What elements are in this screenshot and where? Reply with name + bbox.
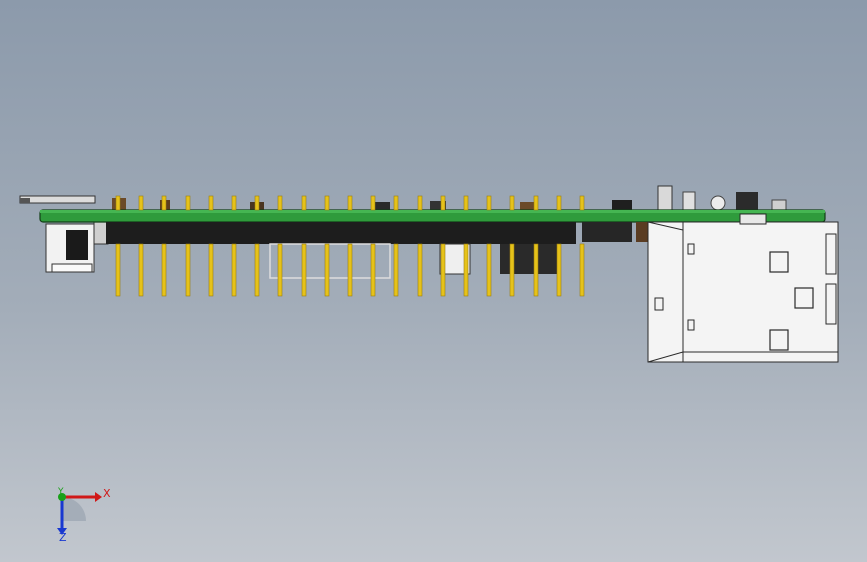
pin-top [254, 195, 260, 211]
pin-bottom [208, 243, 214, 297]
pin-top [556, 195, 562, 211]
pin-bottom [277, 243, 283, 297]
pin-bottom [440, 243, 446, 297]
pin-bottom [370, 243, 376, 297]
pin-bottom [463, 243, 469, 297]
x-axis-arrowhead [95, 492, 102, 502]
pin-top [208, 195, 214, 211]
pin-bottom [231, 243, 237, 297]
model-viewport[interactable]: X Y Z [0, 0, 867, 562]
pin-top [417, 195, 423, 211]
header-pins-top [115, 195, 585, 211]
pin-top [463, 195, 469, 211]
pin-top [138, 195, 144, 211]
pin-top [370, 195, 376, 211]
sd-card-bracket [19, 195, 109, 273]
pin-top [277, 195, 283, 211]
pin-bottom [301, 243, 307, 297]
pin-top [301, 195, 307, 211]
pin-bottom [324, 243, 330, 297]
pin-bottom [533, 243, 539, 297]
pin-top [185, 195, 191, 211]
pin-bottom [417, 243, 423, 297]
pin-bottom [393, 243, 399, 297]
pin-bottom [579, 243, 585, 297]
pin-bottom [161, 243, 167, 297]
pin-top [393, 195, 399, 211]
pin-bottom [347, 243, 353, 297]
triad-z-label: Z [59, 531, 67, 544]
pin-top [347, 195, 353, 211]
pcb-side-view-model[interactable] [0, 0, 867, 562]
pin-top [533, 195, 539, 211]
pin-top [231, 195, 237, 211]
pin-bottom [185, 243, 191, 297]
pin-top [486, 195, 492, 211]
header-pins-bottom [115, 243, 585, 297]
pin-top [161, 195, 167, 211]
usb-port[interactable] [647, 213, 839, 363]
pin-top [509, 195, 515, 211]
pin-bottom [138, 243, 144, 297]
triad-x-label: X [103, 487, 111, 500]
coordinate-triad [57, 492, 102, 535]
pin-bottom [486, 243, 492, 297]
triad-y-label: Y [58, 487, 64, 497]
pin-top [324, 195, 330, 211]
pin-top [115, 195, 121, 211]
pcb-board[interactable] [39, 209, 826, 223]
pin-bottom [556, 243, 562, 297]
pin-bottom [509, 243, 515, 297]
pin-bottom [254, 243, 260, 297]
pin-bottom [115, 243, 121, 297]
pin-top [440, 195, 446, 211]
pin-top [579, 195, 585, 211]
